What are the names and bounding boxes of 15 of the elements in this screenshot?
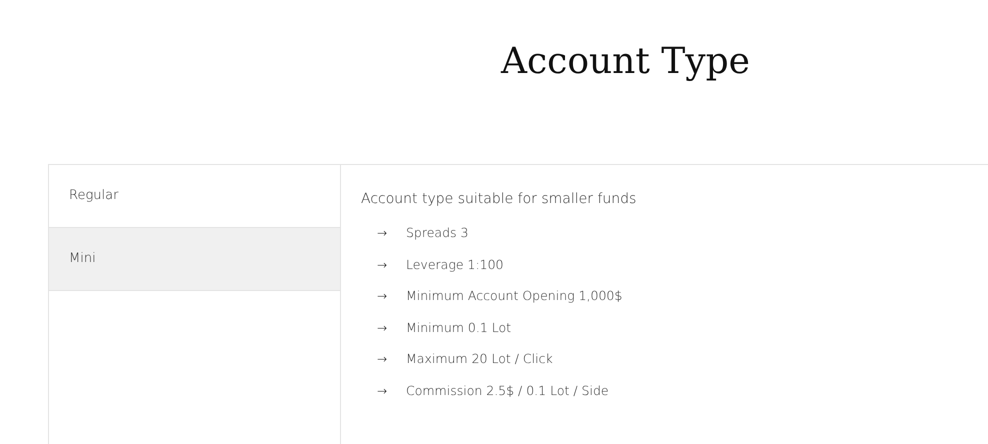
- arrow-bullet: →: [376, 382, 388, 400]
- feature-text: Minimum 0.1 Lot: [406, 318, 512, 337]
- account-tab[interactable]: Mini: [49, 228, 340, 291]
- feature-text: Spreads 3: [406, 224, 468, 242]
- feature-text: Maximum 20 Lot / Click: [406, 350, 553, 368]
- arrow-bullet: →: [376, 351, 388, 368]
- arrow-bullet: →: [376, 288, 388, 306]
- feature-text: Minimum Account Opening 1,000$: [406, 287, 622, 306]
- account-description: Account type suitable for smaller funds: [361, 190, 636, 209]
- arrow-bullet: →: [376, 256, 388, 274]
- feature-text: Leverage 1:100: [406, 256, 504, 274]
- arrow-bullet: →: [376, 320, 388, 337]
- page-title: Account Type: [500, 40, 751, 84]
- feature-text: Commission 2.5$ / 0.1 Lot / Side: [406, 382, 609, 400]
- arrow-bullet: →: [376, 225, 388, 242]
